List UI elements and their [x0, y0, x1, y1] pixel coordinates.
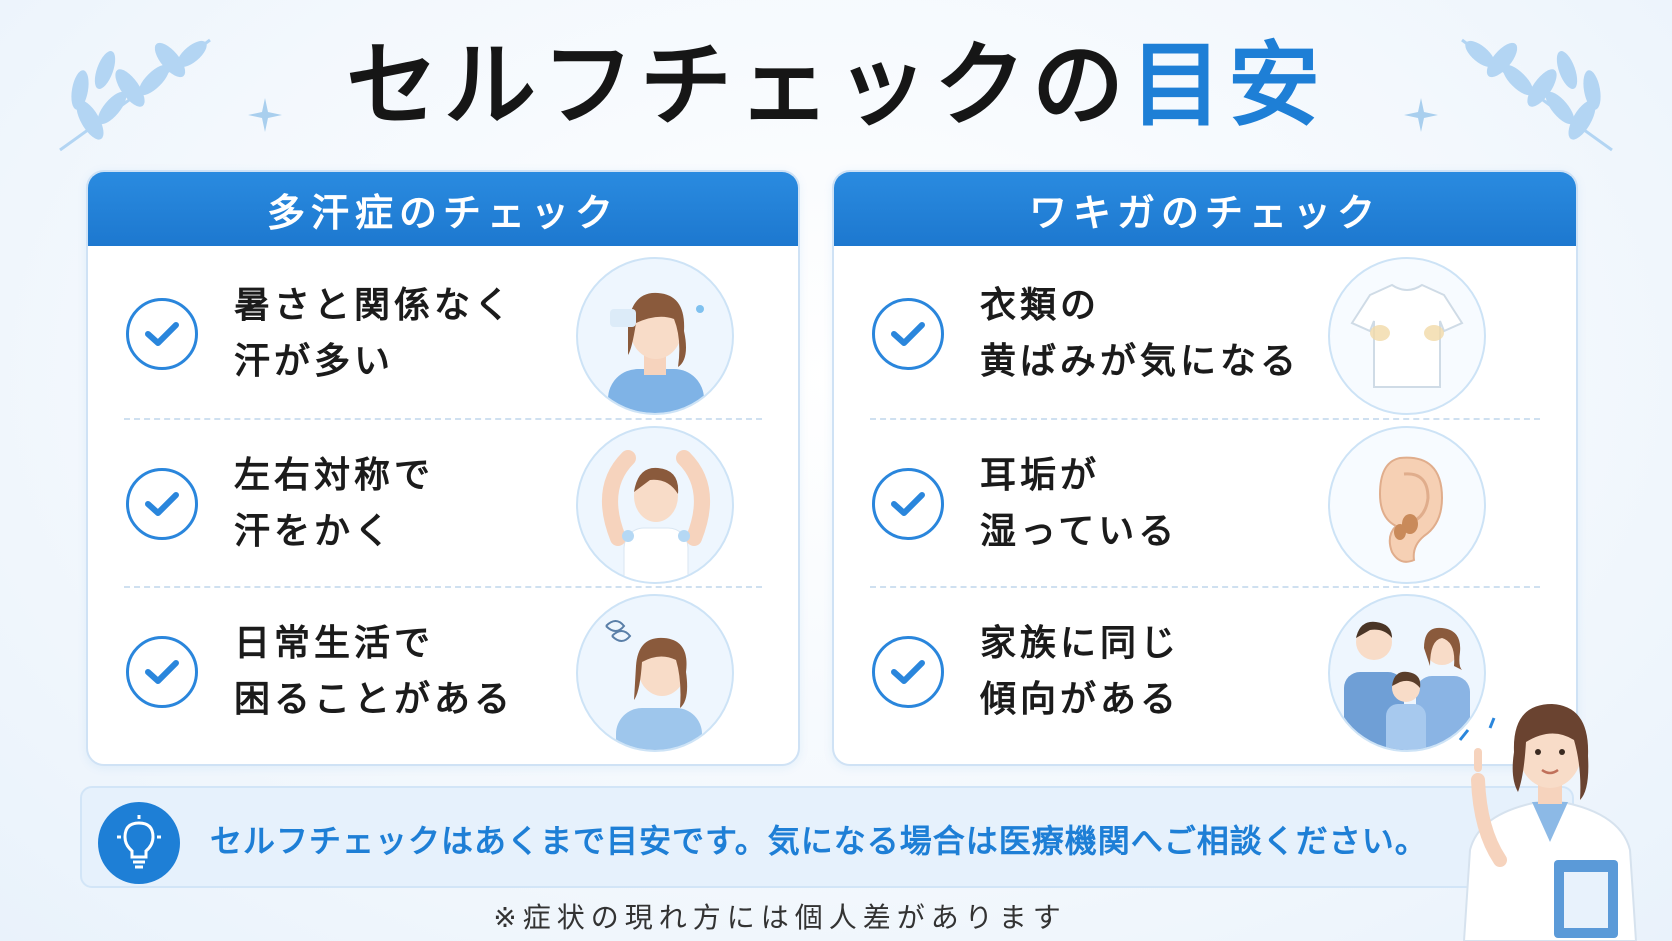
item-line: 暑さと関係なく	[234, 285, 515, 326]
checkmark-icon	[126, 298, 198, 370]
ear-illustration	[1328, 426, 1486, 584]
item-line: 家族に同じ	[980, 623, 1181, 664]
item-line: 傾向がある	[980, 679, 1181, 720]
item-line: 湿っている	[980, 511, 1179, 552]
list-item: 耳垢が 湿っている	[834, 418, 1576, 586]
item-line: 困ることがある	[234, 679, 515, 720]
checkmark-icon	[872, 468, 944, 540]
panel-header: ワキガのチェック	[834, 172, 1576, 246]
hyperhidrosis-check-panel: 多汗症のチェック 暑さと関係なく 汗が多い 左右対称で 汗をかく 日常生活で 困…	[86, 170, 800, 766]
checkmark-icon	[126, 636, 198, 708]
checkmark-icon	[872, 298, 944, 370]
item-line: 汗をかく	[234, 511, 395, 552]
list-item: 日常生活で 困ることがある	[88, 586, 798, 754]
checkmark-icon	[872, 636, 944, 708]
woman-armpit-sweat-illustration	[576, 426, 734, 584]
lightbulb-icon	[98, 802, 180, 884]
notice-text: セルフチェックはあくまで目安です。気になる場合は医療機関へご相談ください。	[210, 822, 1428, 860]
footnote: ※症状の現れ方には個人差があります	[493, 901, 1067, 934]
list-item: 暑さと関係なく 汗が多い	[88, 250, 798, 418]
item-line: 日常生活で	[234, 623, 435, 664]
item-line: 衣類の	[980, 285, 1101, 326]
panel-header: 多汗症のチェック	[88, 172, 798, 246]
list-item: 左右対称で 汗をかく	[88, 418, 798, 586]
page-title: セルフチェックの目安	[0, 37, 1672, 135]
checkmark-icon	[126, 468, 198, 540]
woman-troubled-illustration	[576, 594, 734, 752]
tshirt-stains-illustration	[1328, 257, 1486, 415]
woman-wiping-sweat-illustration	[576, 257, 734, 415]
item-line: 耳垢が	[980, 455, 1101, 496]
item-line: 左右対称で	[234, 455, 435, 496]
doctor-illustration	[1458, 704, 1638, 941]
title-main: セルフチェックの	[345, 32, 1130, 139]
item-line: 汗が多い	[234, 341, 395, 382]
item-line: 黄ばみが気になる	[980, 341, 1301, 382]
list-item: 衣類の 黄ばみが気になる	[834, 250, 1576, 418]
title-accent: 目安	[1130, 32, 1327, 139]
